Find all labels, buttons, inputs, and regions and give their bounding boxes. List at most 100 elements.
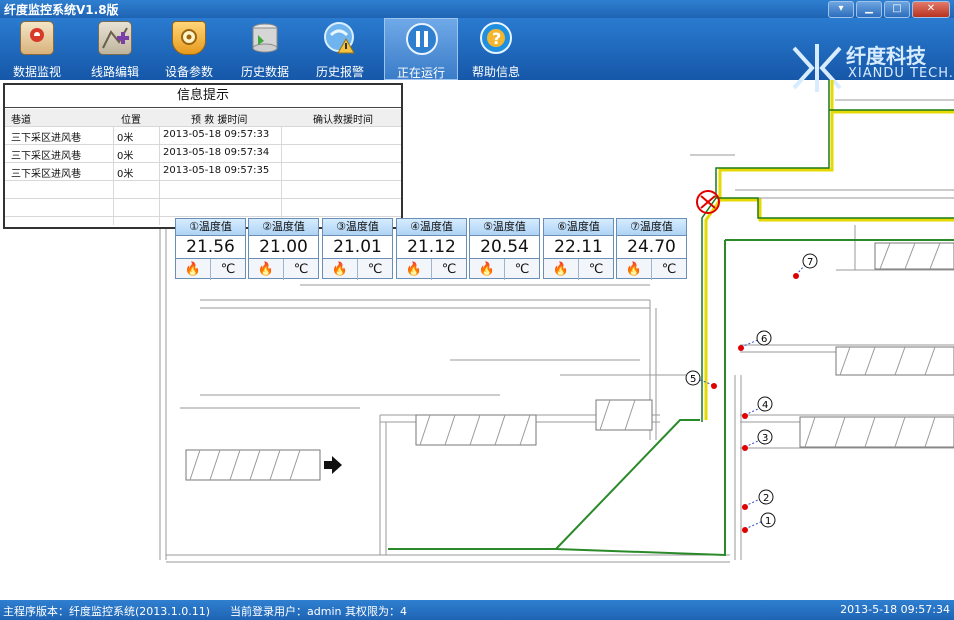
flame-icon: 🔥	[470, 259, 505, 280]
flame-icon: 🔥	[397, 259, 432, 280]
cell-rescue-time: 2013-05-18 09:57:34	[163, 147, 270, 158]
toolbar-label: 历史报警	[315, 65, 364, 79]
toolbar-label: 历史数据	[240, 65, 289, 79]
map-marker-label: 7	[807, 257, 813, 268]
sensor-unit: ℃	[661, 262, 677, 277]
map-marker-7: 7	[793, 253, 818, 279]
toolbar-label: 设备参数	[164, 65, 213, 79]
minimize-icon[interactable]: ▁	[856, 1, 882, 18]
pause-icon	[405, 22, 439, 56]
close-icon[interactable]: ✕	[912, 1, 950, 18]
sensor-card-1[interactable]: ①温度值 21.56 🔥 ℃	[175, 218, 246, 280]
sensor-value: 21.01	[323, 236, 392, 259]
settings-icon	[172, 21, 206, 55]
flame-icon: 🔥	[323, 259, 358, 280]
maximize-icon[interactable]: □	[884, 1, 910, 18]
flame-icon: 🔥	[176, 259, 211, 280]
sensor-value: 24.70	[617, 236, 686, 259]
title-bar: 纤度监控系统V1.8版 ▾ ▁ □ ✕	[0, 0, 954, 18]
sensor-card-3[interactable]: ③温度值 21.01 🔥 ℃	[322, 218, 393, 280]
status-user: 当前登录用户：admin 其权限为：4	[230, 605, 407, 618]
logo-subtitle: XIANDU TECH.	[848, 66, 954, 81]
sensor-label: ⑤温度值	[470, 219, 539, 236]
sensor-value: 21.00	[249, 236, 318, 259]
column-header: 确认救援时间	[313, 115, 373, 126]
map-marker-label: 5	[690, 374, 696, 385]
toolbar-label: 数据监视	[12, 65, 61, 79]
column-header: 预 救 援时间	[191, 115, 248, 126]
alarm-icon	[323, 21, 357, 55]
map-marker-1: 1	[742, 512, 776, 533]
info-table-header: 巷道 位置 预 救 援时间 确认救援时间	[5, 109, 401, 127]
toolbar-label: 正在运行	[396, 66, 445, 80]
flame-icon: 🔥	[544, 259, 579, 280]
direction-arrow-icon	[324, 456, 342, 474]
table-row[interactable]: 三下采区进风巷 0米 2013-05-18 09:57:35	[5, 163, 401, 181]
toolbar-device-params-button[interactable]: 设备参数	[152, 18, 226, 80]
cell-tunnel: 三下采区进风巷	[11, 133, 81, 144]
cell-position: 0米	[117, 169, 134, 180]
toolbar-label: 帮助信息	[471, 65, 520, 79]
map-marker-label: 1	[765, 516, 771, 527]
sensor-label: ②温度值	[249, 219, 318, 236]
flame-icon: 🔥	[617, 259, 652, 280]
table-row-empty	[5, 181, 401, 199]
map-marker-label: 3	[762, 433, 768, 444]
cell-rescue-time: 2013-05-18 09:57:35	[163, 165, 270, 176]
map-icon	[20, 21, 54, 55]
map-marker-label: 2	[763, 493, 769, 504]
map-marker-6: 6	[738, 330, 772, 351]
menu-icon[interactable]: ▾	[828, 1, 854, 18]
cell-rescue-time: 2013-05-18 09:57:33	[163, 129, 270, 140]
toolbar-help-button[interactable]: ? 帮助信息	[459, 18, 533, 80]
logo-name: 纤度科技	[846, 44, 926, 68]
sensor-label: ③温度值	[323, 219, 392, 236]
info-panel: 信息提示 巷道 位置 预 救 援时间 确认救援时间 三下采区进风巷 0米 201…	[3, 83, 403, 229]
sensor-unit: ℃	[588, 262, 604, 277]
map-marker-label: 4	[762, 400, 768, 411]
sensor-label: ⑦温度值	[617, 219, 686, 236]
column-header: 巷道	[11, 115, 31, 126]
window-controls: ▾ ▁ □ ✕	[828, 1, 950, 18]
status-bar: 主程序版本：纤度监控系统(2013.1.0.11) 当前登录用户：admin 其…	[0, 600, 954, 620]
column-header: 位置	[121, 115, 141, 126]
info-table: 巷道 位置 预 救 援时间 确认救援时间 三下采区进风巷 0米 2013-05-…	[5, 109, 401, 217]
sensor-card-2[interactable]: ②温度值 21.00 🔥 ℃	[248, 218, 319, 280]
window-title: 纤度监控系统V1.8版	[4, 3, 119, 17]
flame-icon: 🔥	[249, 259, 284, 280]
sensor-card-7[interactable]: ⑦温度值 24.70 🔥 ℃	[616, 218, 687, 280]
help-icon: ?	[479, 21, 513, 55]
cell-tunnel: 三下采区进风巷	[11, 169, 81, 180]
toolbar-route-edit-button[interactable]: 线路编辑	[78, 18, 152, 80]
cell-position: 0米	[117, 133, 134, 144]
map-marker-label: 6	[761, 334, 767, 345]
cell-position: 0米	[117, 151, 134, 162]
sensor-value: 22.11	[544, 236, 613, 259]
svg-text:?: ?	[492, 29, 501, 48]
table-row-empty	[5, 199, 401, 217]
map-marker-2: 2	[742, 489, 774, 510]
sensor-unit: ℃	[367, 262, 383, 277]
sensor-value: 21.56	[176, 236, 245, 259]
toolbar: 数据监视 线路编辑 设备参数 历史数据 历史报警 正在运行 ? 帮助信息 纤度科…	[0, 18, 954, 92]
table-row[interactable]: 三下采区进风巷 0米 2013-05-18 09:57:33	[5, 127, 401, 145]
sensor-label: ⑥温度值	[544, 219, 613, 236]
route-green-main	[388, 239, 954, 557]
toolbar-history-data-button[interactable]: 历史数据	[228, 18, 302, 80]
table-row[interactable]: 三下采区进风巷 0米 2013-05-18 09:57:34	[5, 145, 401, 163]
sensor-card-6[interactable]: ⑥温度值 22.11 🔥 ℃	[543, 218, 614, 280]
sensor-label: ④温度值	[397, 219, 466, 236]
toolbar-history-alarm-button[interactable]: 历史报警	[303, 18, 377, 80]
sensor-value: 20.54	[470, 236, 539, 259]
database-icon	[248, 21, 282, 55]
route-edit-icon	[98, 21, 132, 55]
sensor-card-5[interactable]: ⑤温度值 20.54 🔥 ℃	[469, 218, 540, 280]
sensor-unit: ℃	[220, 262, 236, 277]
toolbar-running-button[interactable]: 正在运行	[384, 18, 458, 80]
sensor-card-4[interactable]: ④温度值 21.12 🔥 ℃	[396, 218, 467, 280]
map-marker-4: 4	[742, 396, 773, 419]
toolbar-data-monitor-button[interactable]: 数据监视	[0, 18, 74, 80]
sensor-value: 21.12	[397, 236, 466, 259]
sensor-unit: ℃	[514, 262, 530, 277]
info-panel-title: 信息提示	[5, 85, 401, 108]
